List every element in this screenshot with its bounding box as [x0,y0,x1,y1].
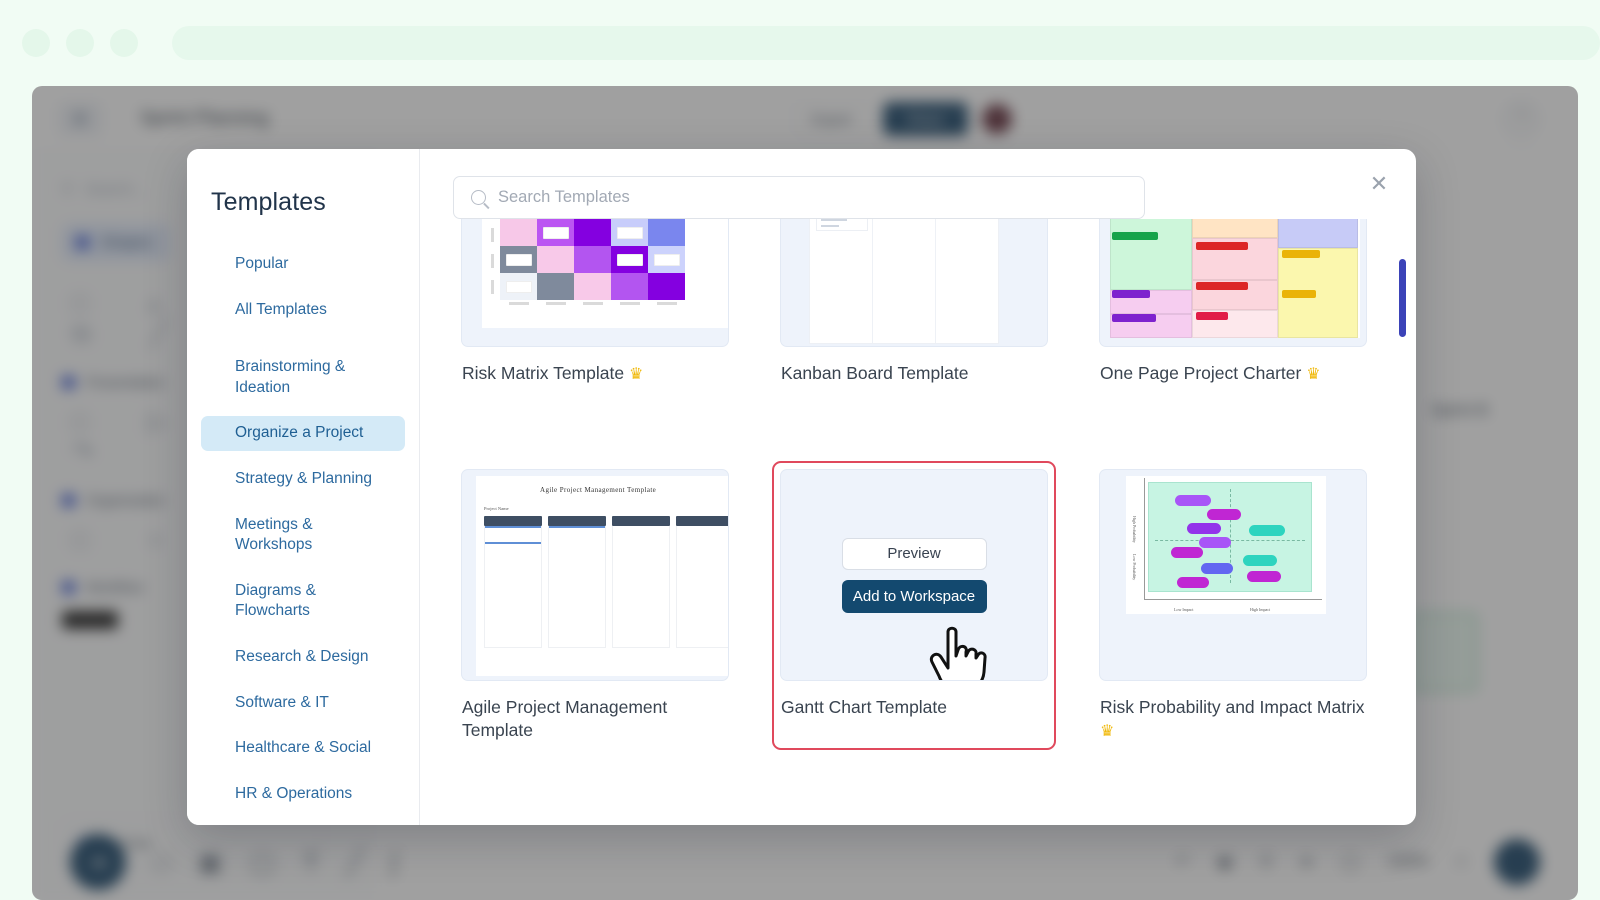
template-card[interactable]: Agile Project Management Template Projec… [453,461,737,750]
browser-chrome-bar [22,22,1600,64]
risk-matrix-x-axis [500,302,685,305]
agile-preview: Agile Project Management Template Projec… [476,476,728,677]
window-close-dot[interactable] [22,29,50,57]
sidebar-item-popular[interactable]: Popular [201,247,405,282]
template-card-title: Agile Project Management Template [461,696,729,741]
templates-modal: Templates Popular All Templates Brainsto… [187,149,1416,825]
template-name: Kanban Board Template [781,363,969,383]
browser-window: ☰ Sprint Planning Export Share ? ⚲ Searc… [0,0,1600,900]
template-thumbnail [780,219,1048,347]
crown-icon: ♛ [1100,722,1115,740]
modal-sidebar: Templates Popular All Templates Brainsto… [187,149,420,825]
modal-scrollbar[interactable] [1399,259,1406,337]
template-card-title: Risk Matrix Template ♛ [461,362,729,385]
risk-matrix-grid [500,219,685,300]
sidebar-item-healthcare-social[interactable]: Healthcare & Social [201,731,405,766]
template-name: One Page Project Charter [1100,363,1302,383]
template-grid: Risk Matrix Template ♛ Kanban Board Temp… [453,219,1368,825]
template-card[interactable] [1091,818,1375,825]
agile-preview-subtitle: Project Name [484,506,509,512]
grid-row-spacer [453,393,1375,461]
kanban-card [816,219,868,231]
close-icon[interactable]: ✕ [1364,169,1394,199]
category-list: Popular All Templates Brainstorming & Id… [187,247,419,825]
template-thumbnail: Agile Project Management Template Projec… [461,469,729,682]
template-card[interactable]: Risk Matrix Template ♛ [453,219,737,393]
template-thumbnail: Preview Add to Workspace [780,469,1048,682]
template-thumbnail [1099,219,1367,347]
sidebar-item-strategy-planning[interactable]: Strategy & Planning [201,462,405,497]
template-card[interactable]: Project Timeline Template [772,818,1056,825]
risk-probability-impact-preview: High Probability Low Probability Low Imp… [1126,476,1326,615]
search-row: ✕ [420,149,1416,219]
template-card[interactable]: High Probability Low Probability Low Imp… [1091,461,1375,750]
template-card-gantt[interactable]: Preview Add to Workspace Gantt Chart Tem… [772,461,1056,751]
sidebar-item-research-design[interactable]: Research & Design [201,640,405,675]
template-card[interactable]: Kanban Board Template [772,219,1056,393]
page-title: Templates [211,188,326,216]
sidebar-item-organize-a-project[interactable]: Organize a Project [201,416,405,452]
charter-preview [1110,219,1360,338]
template-card-title: Gantt Chart Template [780,696,1048,718]
sidebar-item-brainstorming-ideation[interactable]: Brainstorming & Ideation [201,350,405,405]
template-name: Risk Matrix Template [462,363,625,383]
sidebar-item-software-it[interactable]: Software & IT [201,686,405,721]
template-name: Agile Project Management Template [462,697,668,740]
grid-row-spacer [453,750,1375,818]
modal-main: ✕ [420,149,1416,825]
template-card-title: One Page Project Charter ♛ [1099,362,1367,385]
sidebar-item-diagrams-flowcharts[interactable]: Diagrams & Flowcharts [201,574,405,629]
add-to-workspace-button[interactable]: Add to Workspace [841,579,987,613]
search-icon [471,190,486,205]
rpim-plot-area [1148,482,1312,593]
window-minimize-dot[interactable] [66,29,94,57]
sidebar-item-marketing-sales[interactable]: Marketing & Sales [201,823,405,825]
crown-icon: ♛ [1306,366,1321,383]
kanban-preview [809,219,999,344]
address-bar[interactable] [172,26,1600,60]
template-card-title: Risk Probability and Impact Matrix ♛ [1099,696,1367,742]
template-name: Gantt Chart Template [781,697,948,718]
template-card[interactable] [453,818,737,825]
risk-matrix-y-axis [491,219,494,300]
template-name: Risk Probability and Impact Matrix [1100,697,1365,718]
template-thumbnail: High Probability Low Probability Low Imp… [1099,469,1367,682]
template-card-title: Kanban Board Template [780,362,1048,384]
preview-button[interactable]: Preview [841,537,987,570]
search-input[interactable] [498,188,1127,207]
risk-matrix-preview [482,219,728,328]
template-card[interactable]: One Page Project Charter ♛ [1091,219,1375,393]
sidebar-item-meetings-workshops[interactable]: Meetings & Workshops [201,508,405,563]
template-grid-scroll[interactable]: Risk Matrix Template ♛ Kanban Board Temp… [420,219,1416,825]
sidebar-item-hr-operations[interactable]: HR & Operations [201,777,405,812]
search-templates-box[interactable] [453,176,1145,219]
template-hover-actions: Preview Add to Workspace [781,470,1047,680]
crown-icon: ♛ [628,366,644,383]
sidebar-item-all-templates[interactable]: All Templates [201,293,405,328]
window-maximize-dot[interactable] [110,29,138,57]
agile-preview-title: Agile Project Management Template [540,486,657,495]
template-thumbnail [461,219,729,347]
